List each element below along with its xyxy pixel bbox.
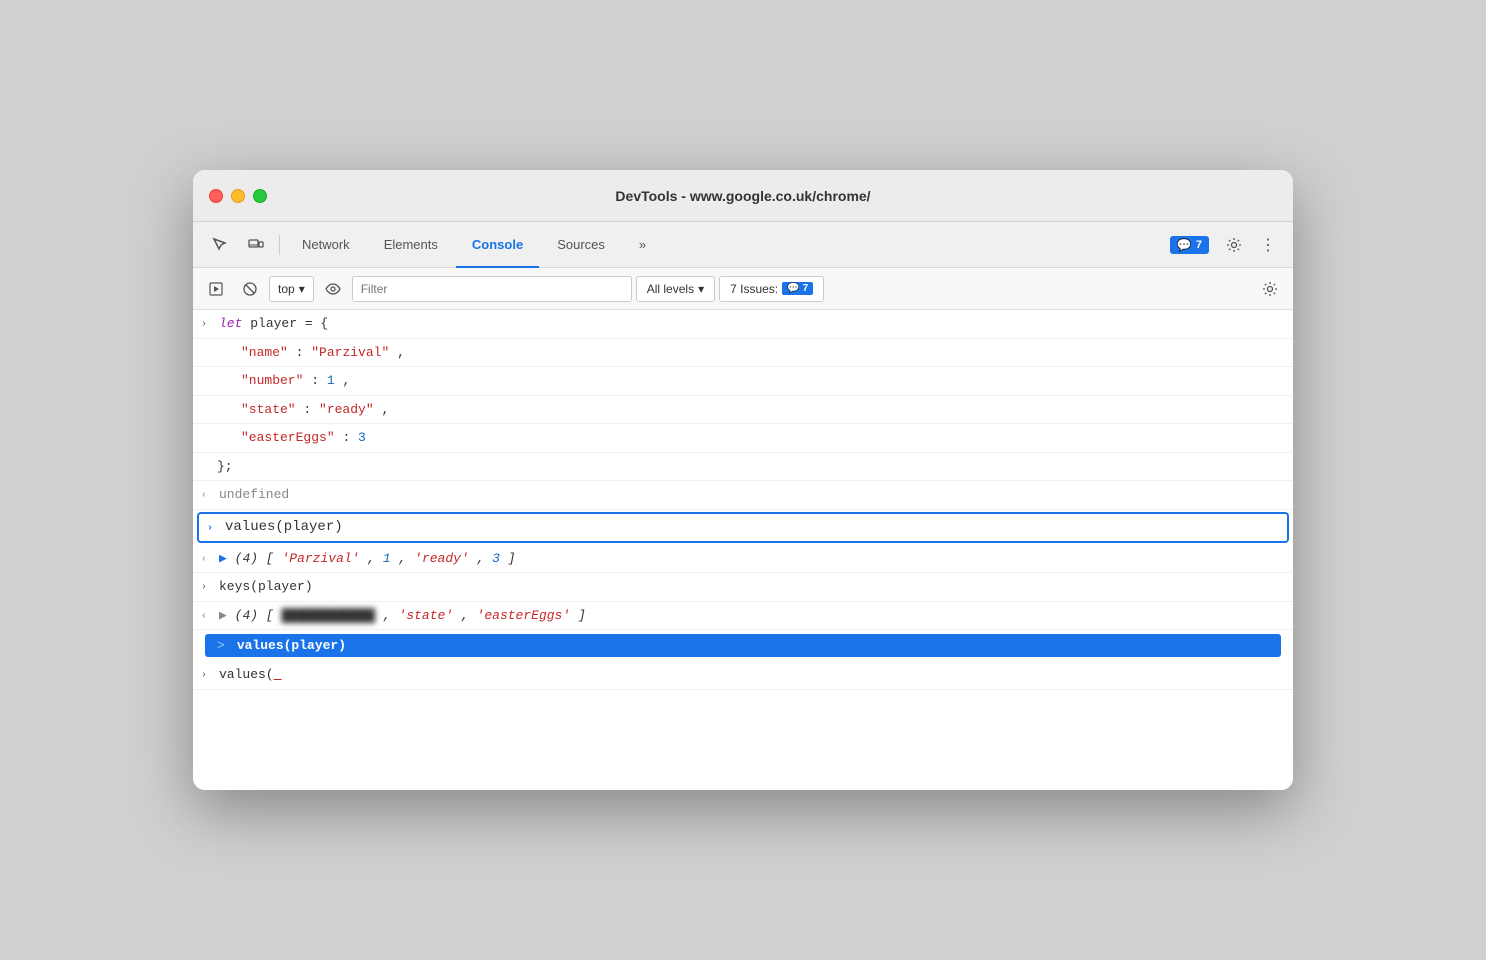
expand-arrow-keys[interactable]: ›: [201, 580, 213, 595]
console-entry-keys: › keys(player): [193, 573, 1293, 602]
devtools-window: DevTools - www.google.co.uk/chrome/ Netw…: [193, 170, 1293, 790]
maximize-button[interactable]: [253, 189, 267, 203]
settings-button[interactable]: [1217, 228, 1251, 262]
console-entry-name: "name" : "Parzival" ,: [193, 339, 1293, 368]
issues-count-badge: 💬 7: [782, 282, 813, 295]
result-arrow: ‹: [201, 609, 213, 624]
issues-button[interactable]: 7 Issues: 💬 7: [719, 276, 824, 302]
blurred-content: ████████████: [281, 608, 375, 623]
autocomplete-container: > values(player): [193, 630, 1293, 661]
minimize-button[interactable]: [231, 189, 245, 203]
console-toolbar: top ▾ All levels ▾ 7 Issues: 💬 7: [193, 268, 1293, 310]
autocomplete-text: values(player): [237, 638, 346, 653]
expand-arrow[interactable]: ›: [201, 317, 213, 332]
close-button[interactable]: [209, 189, 223, 203]
tab-console[interactable]: Console: [456, 222, 539, 268]
issues-badge[interactable]: 💬 7: [1170, 236, 1209, 254]
tab-more[interactable]: »: [623, 222, 662, 268]
eye-button[interactable]: [318, 275, 348, 303]
console-entry-values-result: ‹ ▶ (4) [ 'Parzival' , 1 , 'ready' , 3 ]: [193, 545, 1293, 574]
block-requests-button[interactable]: [235, 275, 265, 303]
tab-network[interactable]: Network: [286, 222, 366, 268]
log-levels-button[interactable]: All levels ▾: [636, 276, 715, 302]
chat-icon-small: 💬: [787, 283, 799, 294]
result-arrow: ‹: [201, 552, 213, 567]
chevron-down-icon: ▾: [698, 282, 704, 296]
traffic-lights: [209, 189, 267, 203]
keyword-let: let: [219, 316, 250, 331]
console-content: › let player = { "name" : "Parzival" , "…: [193, 310, 1293, 790]
console-input-line: › values(_: [193, 661, 1293, 690]
expand-array-button[interactable]: ▶: [219, 551, 227, 566]
tab-sources[interactable]: Sources: [541, 222, 621, 268]
run-script-button[interactable]: [201, 275, 231, 303]
result-arrow: ‹: [201, 488, 213, 503]
inspect-icon[interactable]: [203, 228, 237, 262]
tab-bar: Network Elements Console Sources » 💬 7 ⋮: [193, 222, 1293, 268]
window-title: DevTools - www.google.co.uk/chrome/: [615, 188, 870, 204]
cursor-char: _: [274, 667, 282, 682]
autocomplete-prompt: >: [217, 638, 225, 653]
console-entry-keys-result: ‹ ▶ (4) [ ████████████ , 'state' , 'east…: [193, 602, 1293, 631]
console-entry-closing: };: [193, 453, 1293, 482]
console-entry-eastereggs: "easterEggs" : 3: [193, 424, 1293, 453]
chat-icon: 💬: [1177, 238, 1192, 252]
title-bar: DevTools - www.google.co.uk/chrome/: [193, 170, 1293, 222]
device-toggle-icon[interactable]: [239, 228, 273, 262]
console-entry-let: › let player = {: [193, 310, 1293, 339]
tab-elements[interactable]: Elements: [368, 222, 454, 268]
console-entry-number: "number" : 1 ,: [193, 367, 1293, 396]
console-entry-state: "state" : "ready" ,: [193, 396, 1293, 425]
expand-array-keys-button[interactable]: ▶: [219, 608, 227, 623]
console-settings-button[interactable]: [1255, 275, 1285, 303]
expand-arrow-highlighted[interactable]: ›: [207, 521, 219, 536]
context-selector[interactable]: top ▾: [269, 276, 314, 302]
autocomplete-suggestion[interactable]: > values(player): [205, 634, 1281, 657]
console-entry-values-player[interactable]: › values(player): [197, 512, 1289, 543]
input-arrow: ›: [201, 668, 213, 683]
more-options-button[interactable]: ⋮: [1253, 228, 1283, 262]
chevron-down-icon: ▾: [299, 282, 305, 296]
console-entry-undefined: ‹ undefined: [193, 481, 1293, 510]
filter-input[interactable]: [352, 276, 632, 302]
